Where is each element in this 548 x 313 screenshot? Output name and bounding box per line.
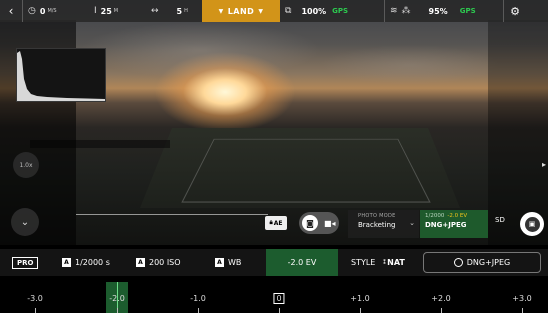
controller-battery-value: 95% xyxy=(428,6,448,16)
ev-value: -2.0 EV xyxy=(287,258,317,267)
capture-shutter: 1/2000 xyxy=(425,213,445,219)
back-button[interactable]: ‹ xyxy=(0,0,22,22)
ev-tick: -2.0 xyxy=(109,294,125,303)
field-markings xyxy=(181,138,431,203)
ev-tick-zero-label: 0 xyxy=(273,293,285,304)
ae-lock-button[interactable]: 🔒︎ AE xyxy=(265,216,287,230)
speed-icon: ◷ xyxy=(28,6,36,16)
lock-icon: 🔒︎ xyxy=(269,219,273,226)
sky-clouds xyxy=(80,20,548,110)
capture-format: DNG+JPEG xyxy=(425,221,467,229)
style-label[interactable]: STYLE xyxy=(351,249,375,276)
altitude-value: 25 xyxy=(100,6,112,16)
ev-scale[interactable]: -3.0 -2.0 -1.0 0 +1.0 +2.0 +3.0 xyxy=(0,282,548,313)
iso-value: 200 ISO xyxy=(149,258,181,267)
side-panel-toggle[interactable]: ▸ xyxy=(542,160,546,169)
histogram[interactable] xyxy=(16,48,106,102)
auto-badge: A xyxy=(215,258,224,267)
photo-mode-selector[interactable]: PHOTO MODE Bracketing ⌄ xyxy=(348,210,419,238)
sparkle-icon: ⁑ xyxy=(383,259,387,266)
drone-gps-status: GPS xyxy=(332,7,349,15)
drone-battery-icon: ⧉ xyxy=(285,6,292,16)
gear-icon: ⚙ xyxy=(510,4,520,18)
ae-lock-label: AE xyxy=(273,219,283,227)
altitude-unit: M xyxy=(113,8,119,14)
ev-tick-mark xyxy=(117,308,118,313)
altitude-readout: I 25 M xyxy=(89,0,146,22)
photo-video-toggle[interactable]: ◙ ■◂ xyxy=(299,212,339,234)
zoom-label: 1.0x xyxy=(19,161,33,169)
ev-tick-mark xyxy=(35,308,36,313)
ev-tick-mark xyxy=(279,308,280,313)
format-ring-icon xyxy=(453,258,463,267)
video-icon: ■◂ xyxy=(324,218,336,228)
controller-icon: ⁂ xyxy=(401,6,411,16)
distance-readout: ↔ 5 H xyxy=(146,0,202,22)
expand-menu-button[interactable]: ⌄ xyxy=(11,208,39,236)
shutter-button[interactable]: ▣ xyxy=(520,212,544,236)
ev-tick-mark xyxy=(441,308,442,313)
drone-battery-value: 100% xyxy=(301,6,327,16)
style-value-text: NAT xyxy=(387,258,405,267)
distance-unit: H xyxy=(184,8,188,14)
chevron-down-icon: ⌄ xyxy=(20,216,30,228)
capture-ev: -2.0 EV xyxy=(447,213,468,219)
land-button[interactable]: ▼ LAND ▼ xyxy=(202,0,280,22)
chevron-down-icon: ▼ xyxy=(258,7,264,15)
pro-mode-badge[interactable]: PRO xyxy=(12,256,39,269)
wifi-icon: ≋ xyxy=(390,6,398,16)
ev-tick: +2.0 xyxy=(431,294,451,303)
speed-unit: M/S xyxy=(47,8,57,14)
chevron-down-icon: ⌄ xyxy=(409,219,415,227)
ev-tick: +1.0 xyxy=(350,294,370,303)
storage-label: SD xyxy=(495,216,505,224)
file-format-setting[interactable]: DNG+JPEG xyxy=(423,252,541,273)
ev-tick-zero: 0 xyxy=(273,293,285,304)
ev-setting[interactable]: -2.0 EV xyxy=(266,249,338,276)
controller-status[interactable]: ≋ ⁂ 95% GPS xyxy=(385,0,503,22)
distance-value: 5 xyxy=(176,6,183,16)
distance-icon: ↔ xyxy=(151,6,159,16)
ev-tick-mark xyxy=(360,308,361,313)
speed-readout: ◷ 0 M/S xyxy=(23,0,89,22)
zoom-button[interactable]: 1.0x xyxy=(13,152,39,178)
speed-value: 0 xyxy=(39,6,46,16)
drone-status[interactable]: ⧉ 100% GPS xyxy=(280,0,384,22)
chevron-down-icon: ▼ xyxy=(218,7,224,15)
camera-screen: ‹ ◷ 0 M/S I 25 M ↔ 5 H ▼ LAND ▼ ⧉ 100% G… xyxy=(0,0,548,313)
exposure-slider-track[interactable] xyxy=(76,214,268,215)
settings-button[interactable]: ⚙ xyxy=(504,0,526,22)
iso-setting[interactable]: A 200 ISO xyxy=(136,249,181,276)
auto-badge: A xyxy=(62,258,71,267)
telemetry-bar: ‹ ◷ 0 M/S I 25 M ↔ 5 H ▼ LAND ▼ ⧉ 100% G… xyxy=(0,0,548,22)
shutter-speed-value: 1/2000 s xyxy=(75,258,110,267)
altitude-icon: I xyxy=(94,6,97,16)
wb-setting[interactable]: A WB xyxy=(215,249,241,276)
camera-icon: ◙ xyxy=(302,215,318,231)
style-value[interactable]: ⁑ NAT xyxy=(383,249,405,276)
ev-tick: -3.0 xyxy=(27,294,43,303)
ev-tick: -1.0 xyxy=(190,294,206,303)
camera-settings-bar: PRO A 1/2000 s A 200 ISO A WB -2.0 EV ST… xyxy=(0,249,548,276)
shutter-icon: ▣ xyxy=(524,216,540,232)
land-label: LAND xyxy=(227,6,255,16)
wb-value: WB xyxy=(228,258,242,267)
controller-gps-status: GPS xyxy=(459,7,476,15)
right-overlay xyxy=(488,20,548,245)
file-format-value: DNG+JPEG xyxy=(466,258,511,267)
back-arrow-icon: ‹ xyxy=(8,4,14,18)
shutter-speed-setting[interactable]: A 1/2000 s xyxy=(62,249,110,276)
capture-info[interactable]: 1/2000 -2.0 EV DNG+JPEG xyxy=(420,210,488,238)
auto-badge: A xyxy=(136,258,145,267)
histogram-graph xyxy=(17,51,105,101)
ev-tick: +3.0 xyxy=(512,294,532,303)
ev-tick-mark xyxy=(198,308,199,313)
ev-tick-mark xyxy=(522,308,523,313)
